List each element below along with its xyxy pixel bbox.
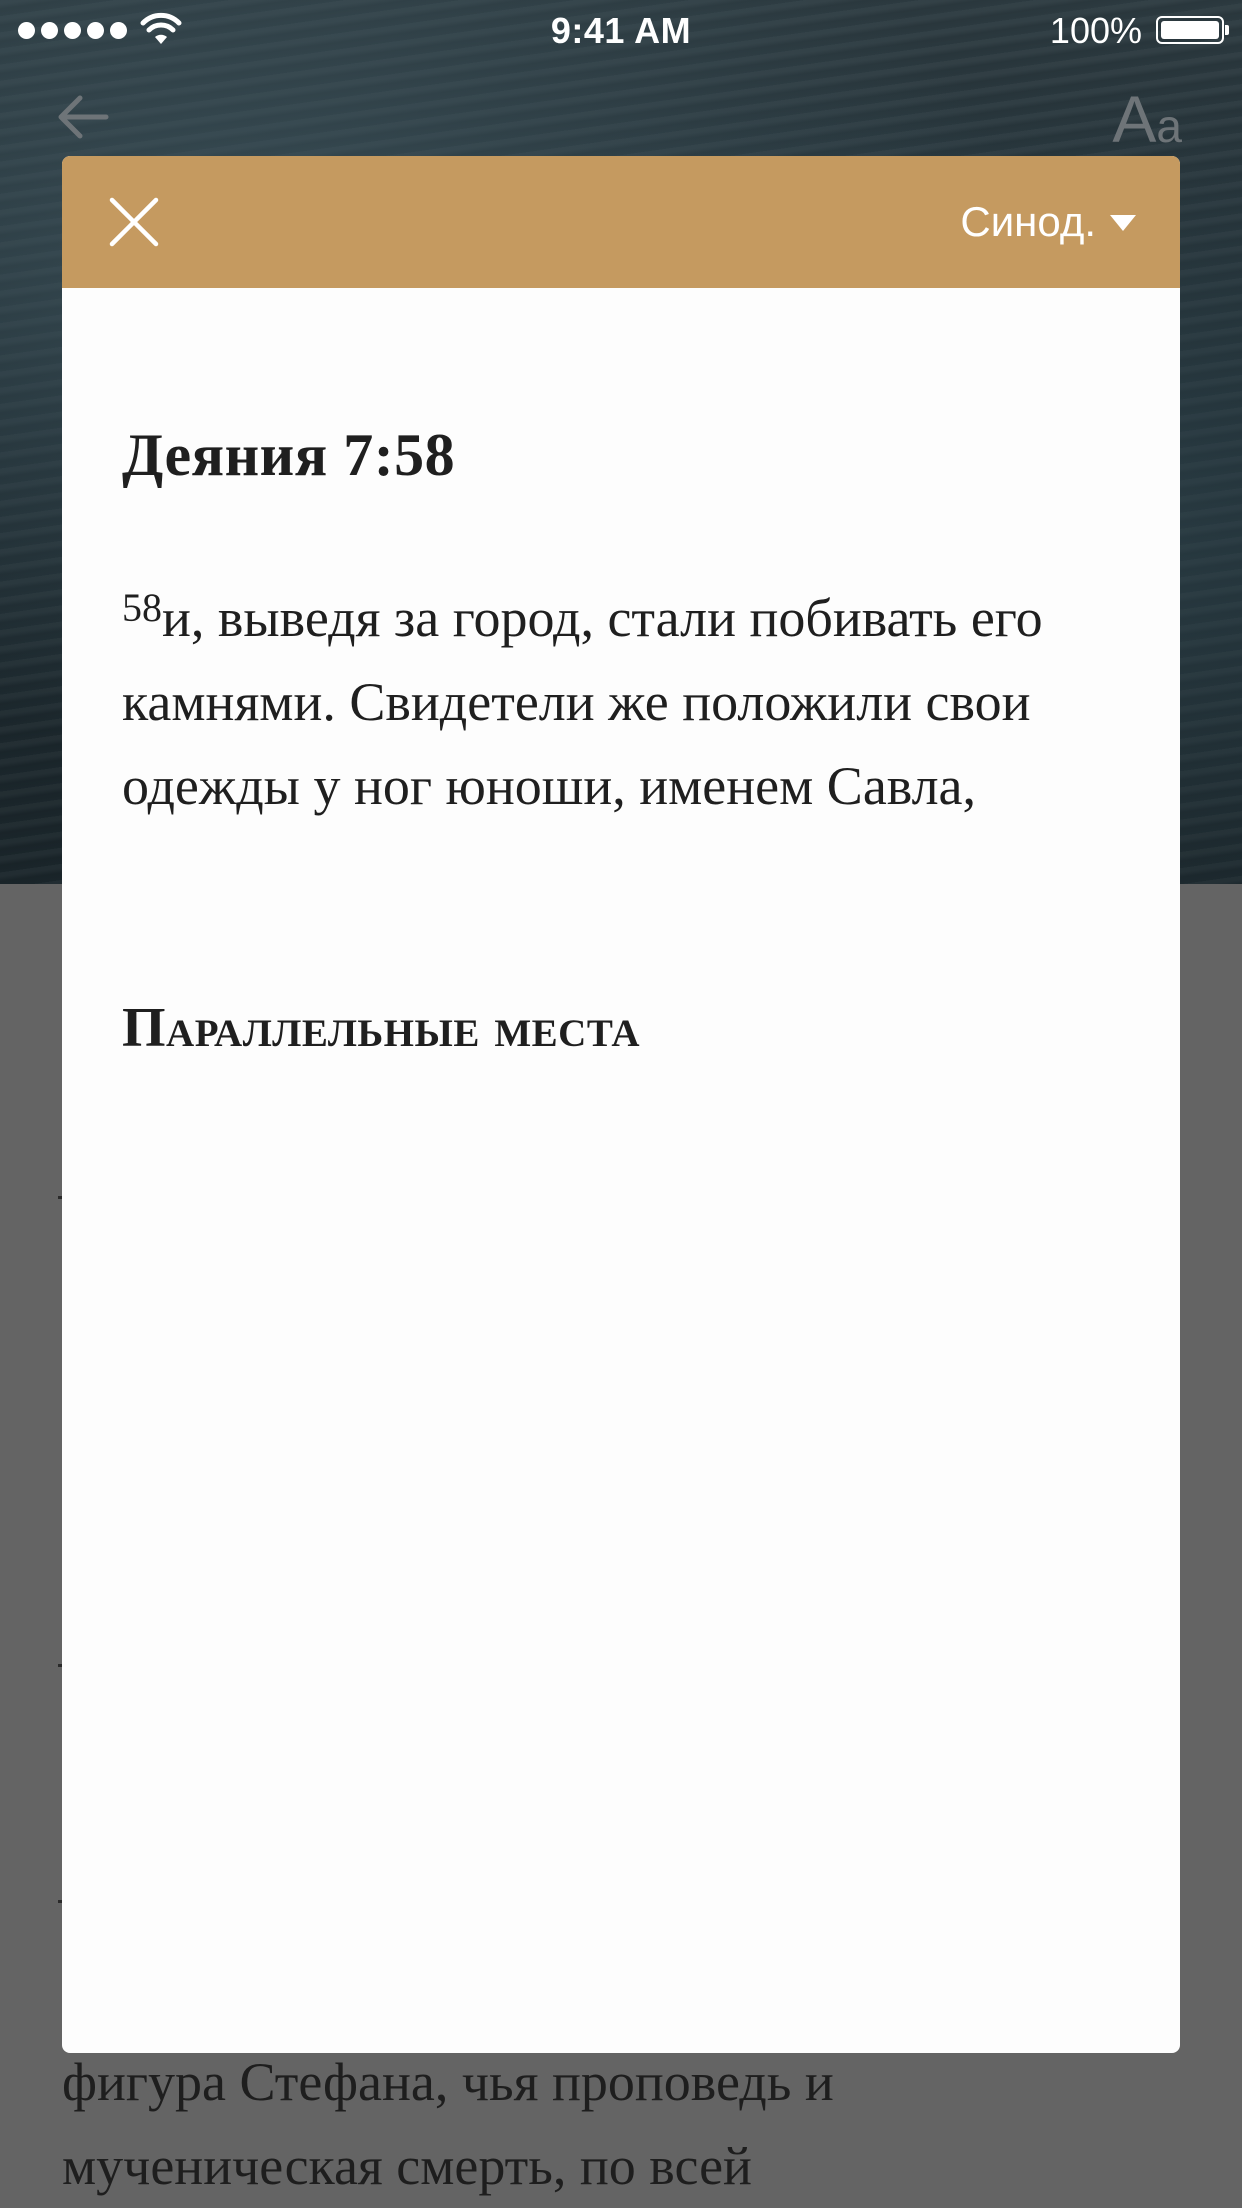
verse-text: 58и, выведя за город, стали побивать его… [122, 576, 1122, 828]
font-size-small-letter: a [1156, 100, 1182, 152]
translation-label: Синод. [960, 198, 1096, 245]
verse-modal: Синод. Деяния 7:58 58и, выведя за город,… [62, 156, 1180, 2053]
verse-body: и, выведя за город, стали побивать его к… [122, 588, 1043, 816]
battery-icon [1156, 16, 1229, 44]
font-size-large-letter: A [1112, 82, 1157, 156]
parallel-passages-heading: Параллельные места [122, 997, 641, 1059]
battery-percentage: 100% [1049, 10, 1142, 51]
translation-dropdown[interactable]: Синод. [960, 194, 1136, 250]
close-icon[interactable] [104, 192, 164, 252]
article-line: мученическая смерть, по всей [62, 2136, 752, 2196]
caret-down-icon [1110, 215, 1136, 231]
status-bar: 9:41 AM 100% [0, 0, 1242, 60]
modal-header: Синод. [62, 156, 1180, 288]
arrow-left-icon[interactable] [56, 92, 110, 142]
font-size-icon[interactable]: Aa [1112, 86, 1182, 152]
background-article: фигура Стефана, чья проповедь и мучениче… [62, 2040, 1182, 2208]
verse-reference: Деяния 7:58 [122, 422, 456, 488]
verse-number: 58 [122, 585, 162, 630]
